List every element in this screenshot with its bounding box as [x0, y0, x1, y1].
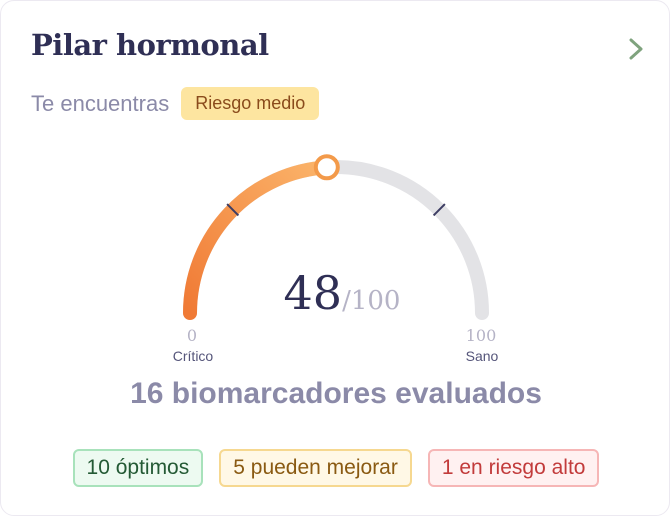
- gauge-min-label: 0: [187, 326, 197, 345]
- biomarker-pills: 10 óptimos 5 pueden mejorar 1 en riesgo …: [1, 449, 670, 487]
- pill-high-risk[interactable]: 1 en riesgo alto: [427, 449, 600, 487]
- score-max: /100: [342, 286, 400, 316]
- score-gauge: 48/100 0 Crítico 100 Sano: [173, 154, 499, 364]
- gauge-marker[interactable]: [313, 154, 340, 181]
- score-display: 48/100: [284, 266, 401, 320]
- biomarkers-summary: 16 biomarcadores evaluados: [130, 377, 542, 410]
- gauge-max-caption: Sano: [466, 348, 499, 364]
- hormonal-pillar-card: Pilar hormonal Te encuentras Riesgo medi…: [0, 0, 670, 516]
- gauge-max-label: 100: [466, 326, 497, 345]
- pill-optimal[interactable]: 10 óptimos: [72, 449, 204, 487]
- pill-can-improve[interactable]: 5 pueden mejorar: [219, 449, 412, 487]
- gauge-min-caption: Crítico: [173, 348, 214, 364]
- score-value: 48: [284, 266, 343, 320]
